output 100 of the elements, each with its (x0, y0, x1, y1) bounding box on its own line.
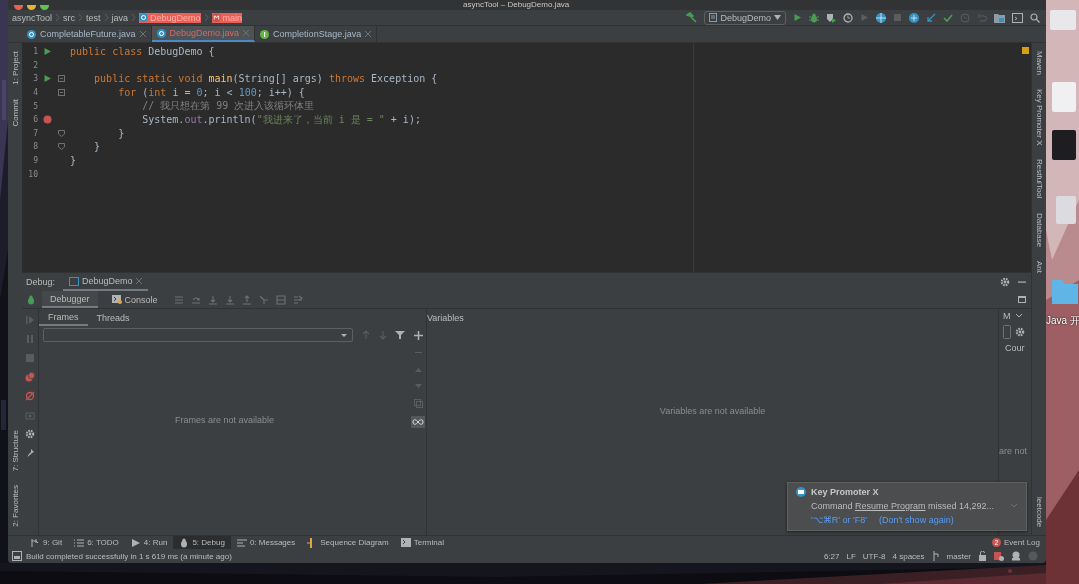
breadcrumb[interactable]: java (111, 12, 129, 23)
step-out-icon[interactable] (241, 294, 252, 305)
mute-breakpoints-icon[interactable] (25, 391, 35, 401)
resume-icon[interactable] (25, 315, 35, 325)
play-icon[interactable] (793, 13, 802, 22)
tool-tab[interactable]: 6: TODO (68, 536, 125, 549)
up-arrow-icon[interactable] (361, 330, 371, 340)
tool-tab[interactable]: Sequence Diagram (301, 536, 395, 549)
add-icon[interactable] (413, 331, 423, 340)
run-to-cursor-icon[interactable] (258, 294, 269, 305)
stop-icon[interactable] (893, 13, 902, 22)
tool-tab[interactable]: 4: Run (124, 536, 174, 549)
memory-icon[interactable] (1028, 551, 1038, 561)
tool-window-button[interactable]: 1: Project (10, 49, 20, 87)
font-field[interactable]: Cour (999, 343, 1031, 353)
force-step-into-icon[interactable] (224, 294, 235, 305)
panel-tab[interactable]: Threads (87, 309, 139, 326)
tool-window-button[interactable]: Maven (1034, 49, 1044, 77)
down-arrow-icon[interactable] (378, 330, 388, 340)
thread-dropdown[interactable] (43, 328, 353, 342)
lock-icon[interactable] (978, 551, 987, 561)
link[interactable]: (Don't show again) (878, 515, 954, 525)
tool-window-button[interactable]: 7: Structure (10, 427, 20, 474)
panel-tab[interactable]: Debugger (42, 291, 98, 308)
close-icon[interactable] (243, 30, 250, 36)
settings-icon[interactable] (25, 429, 35, 439)
up-icon[interactable] (413, 365, 423, 374)
chevron-down-icon[interactable] (1014, 313, 1023, 319)
table-icon[interactable] (275, 294, 286, 305)
down-icon[interactable] (413, 382, 423, 391)
line-number: 7 (32, 128, 38, 138)
panel-tab[interactable]: Frames (39, 309, 88, 326)
tool-window-button[interactable]: Ant (1034, 259, 1044, 276)
list-icon[interactable] (292, 294, 303, 305)
status-item[interactable]: 4 spaces (892, 551, 925, 561)
panel-tab[interactable]: Console (103, 291, 166, 308)
shield-icon[interactable] (826, 12, 836, 23)
view-breakpoints-icon[interactable] (25, 372, 35, 382)
tool-tab[interactable]: 9: Git (24, 536, 69, 549)
status-item[interactable]: 6:27 (823, 551, 840, 561)
breadcrumb[interactable]: test (86, 12, 101, 23)
breakpoint-icon[interactable] (42, 115, 52, 125)
plugin-icon[interactable] (994, 551, 1004, 561)
breadcrumb[interactable]: src (63, 12, 76, 23)
window-icon[interactable] (1012, 12, 1023, 23)
close-button[interactable] (14, 4, 23, 10)
fold-icon[interactable] (57, 89, 65, 97)
infinity-icon[interactable] (411, 416, 425, 428)
play-icon[interactable] (42, 47, 52, 57)
tool-window-button[interactable]: Database (1034, 211, 1044, 250)
tool-window-button[interactable]: Commit (10, 96, 20, 129)
editor-tab[interactable]: CompletableFuture.java (22, 26, 152, 42)
folder-icon[interactable] (994, 12, 1005, 23)
close-icon[interactable] (365, 31, 372, 37)
arrow-icon[interactable] (926, 12, 936, 23)
status-item[interactable]: UTF-8 (862, 551, 886, 561)
globe-icon[interactable] (909, 12, 919, 23)
breadcrumb[interactable]: asyncTool (12, 12, 53, 23)
copy-icon[interactable] (413, 399, 423, 408)
link[interactable]: Resume Program (855, 501, 926, 511)
clock-icon[interactable] (843, 12, 853, 23)
window-icon[interactable] (12, 551, 22, 561)
filter-icon[interactable] (395, 330, 405, 340)
history-icon[interactable] (960, 12, 970, 23)
hammer-icon[interactable] (686, 12, 698, 23)
fold-icon[interactable] (57, 143, 65, 151)
undo-icon[interactable] (977, 12, 987, 23)
inspector-icon[interactable] (1011, 551, 1021, 561)
checkmark-icon[interactable] (943, 12, 953, 23)
tool-window-button[interactable]: RestfulTool (1034, 157, 1044, 202)
settings-icon[interactable] (1015, 327, 1025, 337)
layout-icon[interactable] (1017, 294, 1027, 305)
settings-icon[interactable] (1000, 277, 1010, 287)
link[interactable]: '⌥⌘R' or 'F8' (811, 515, 867, 525)
status-item[interactable]: LF (846, 551, 856, 561)
status-item[interactable]: master (946, 551, 971, 561)
stop-icon[interactable] (25, 353, 35, 363)
tool-window-button[interactable]: Key Promoter X (1034, 87, 1044, 148)
pause-icon[interactable] (25, 334, 35, 344)
close-icon[interactable] (135, 278, 142, 284)
toggle-icon[interactable] (1003, 325, 1011, 339)
tool-tab[interactable]: Terminal (394, 536, 450, 549)
fold-icon[interactable] (57, 75, 65, 83)
fold-icon[interactable] (57, 129, 65, 137)
step-into-icon[interactable] (207, 294, 218, 305)
tool-tab[interactable]: 5: Debug (173, 536, 231, 549)
play-icon[interactable] (42, 74, 52, 84)
search-icon[interactable] (1030, 12, 1040, 23)
globe-icon[interactable] (876, 12, 886, 23)
run-configuration-dropdown[interactable]: DebugDemo (704, 10, 786, 25)
pin-icon[interactable] (25, 448, 35, 458)
zoom-button[interactable] (40, 4, 49, 10)
editor-tab[interactable]: CompletionStage.java (255, 26, 378, 42)
panel-tab[interactable]: M (1003, 311, 1011, 321)
close-icon[interactable] (139, 31, 146, 37)
minimize-button[interactable] (27, 4, 36, 10)
tool-window-button[interactable]: leetcode (1034, 494, 1044, 529)
tool-window-button[interactable]: 2: Favorites (10, 483, 20, 529)
tool-tab[interactable]: 0: Messages (230, 536, 302, 549)
camera-icon[interactable] (25, 410, 35, 420)
